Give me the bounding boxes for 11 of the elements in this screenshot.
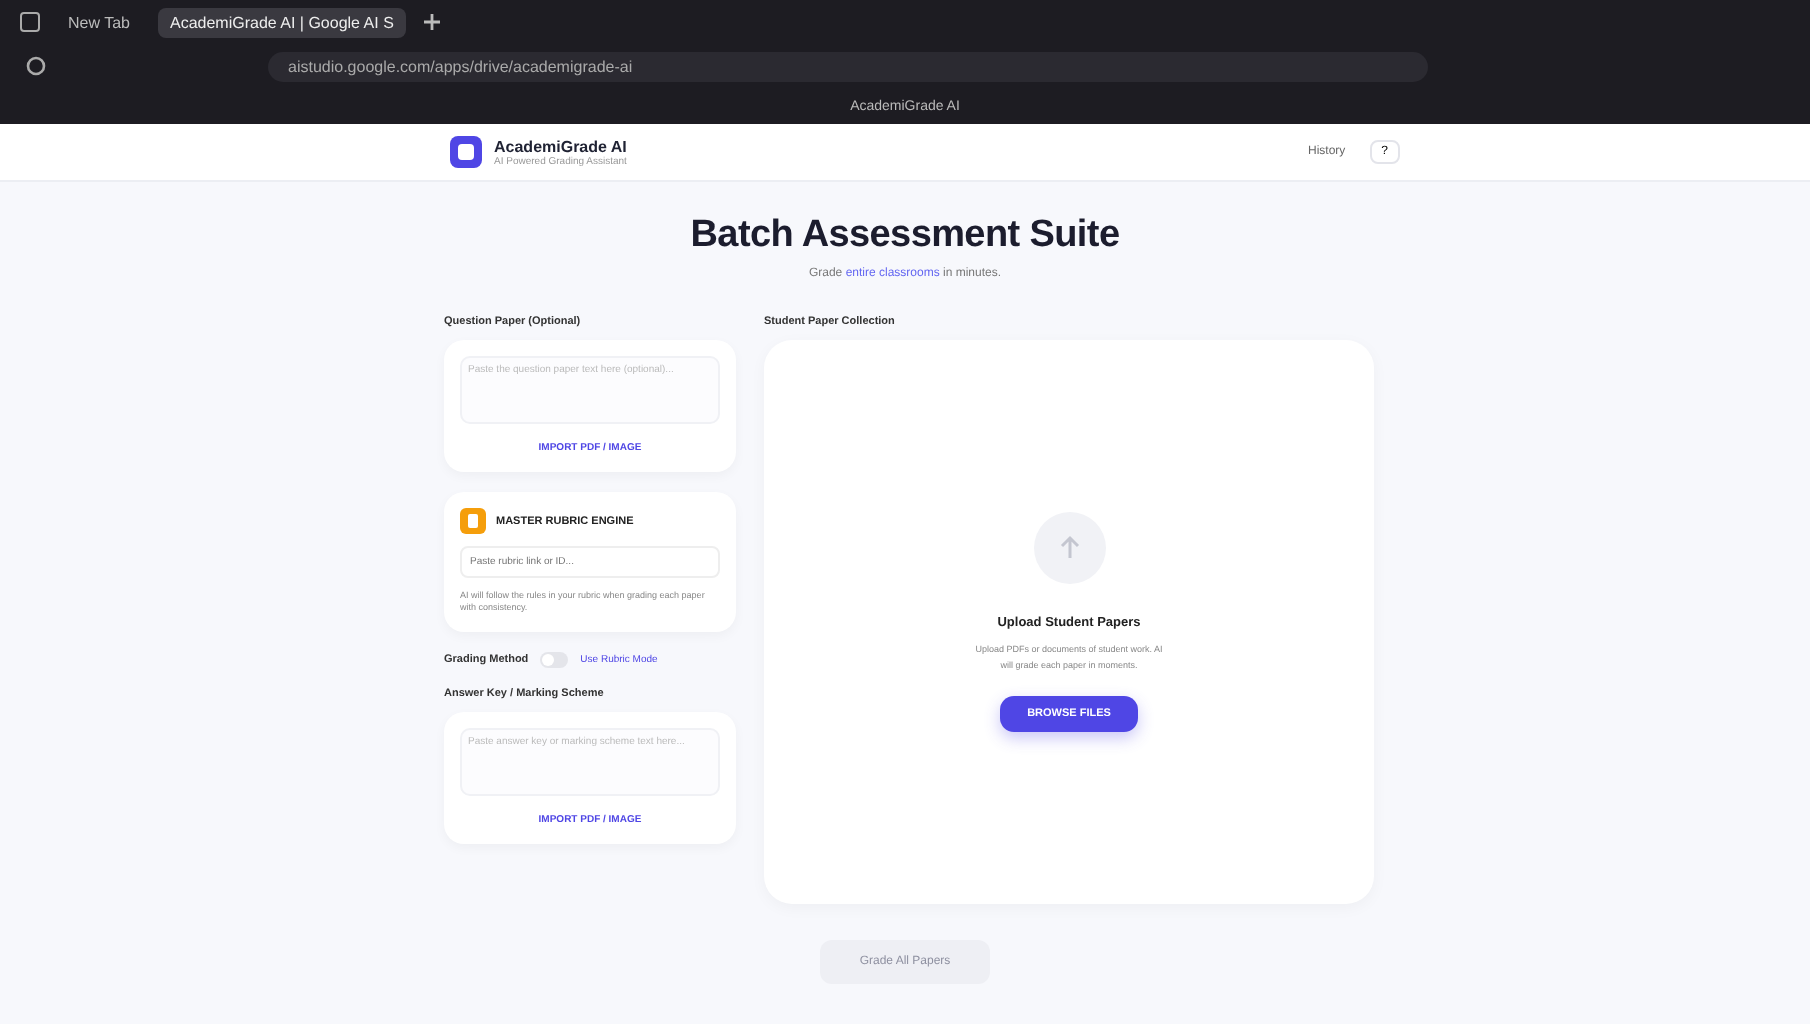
upload-icon [1033,512,1105,585]
page-heading: Batch Assessment Suite [690,214,1120,258]
grading-toggle[interactable] [540,651,569,668]
app-name: AcademiGrade AI [494,137,627,155]
tabs-icon[interactable] [20,12,40,32]
browser-tab[interactable]: New Tab [56,7,142,37]
rubric-icon [460,508,486,534]
new-tab-icon[interactable] [421,12,442,32]
address-bar[interactable]: aistudio.google.com/apps/drive/academigrade-ai [268,51,1428,81]
logo-icon [450,136,482,168]
browser-tab[interactable]: AcademiGrade AI | Google AI S [157,7,406,37]
